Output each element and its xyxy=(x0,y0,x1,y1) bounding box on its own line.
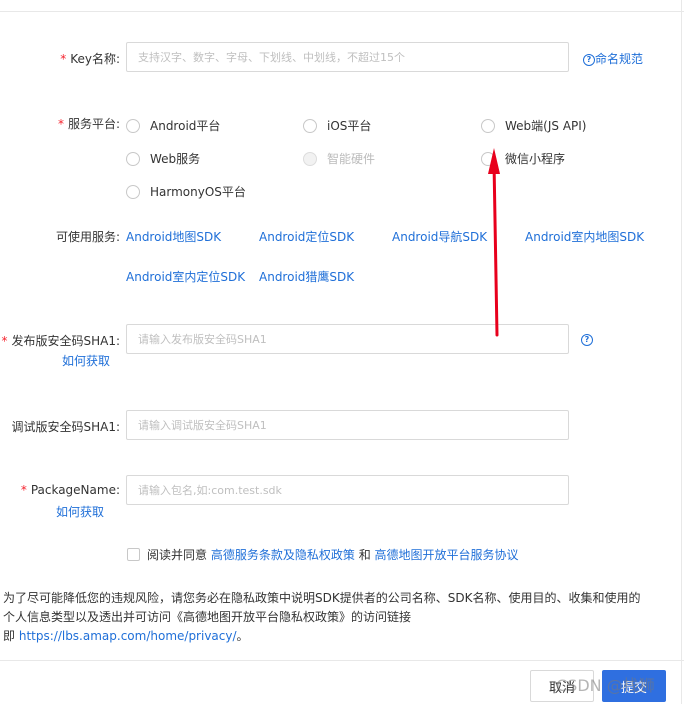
terms-privacy-link[interactable]: 高德服务条款及隐私权政策 xyxy=(211,546,355,563)
required-mark: * xyxy=(60,52,67,66)
submit-button[interactable]: 提交 xyxy=(602,670,666,702)
key-name-label-text: Key名称: xyxy=(70,52,120,66)
release-sha1-input[interactable] xyxy=(126,324,569,354)
debug-sha1-label: 调试版安全码SHA1: xyxy=(11,420,120,434)
radio-android-label: Android平台 xyxy=(150,119,221,133)
package-name-label-text: PackageName: xyxy=(30,483,120,497)
services-label: 可使用服务: xyxy=(55,230,120,244)
question-circle-icon: ? xyxy=(583,53,595,66)
package-name-input[interactable] xyxy=(126,475,569,505)
radio-circle[interactable] xyxy=(481,118,495,133)
release-sha1-label-text: 发布版安全码SHA1: xyxy=(11,334,120,348)
radio-ios[interactable]: iOS平台 xyxy=(303,117,371,134)
sdk-android-location[interactable]: Android定位SDK xyxy=(259,228,354,245)
radio-web-js-api[interactable]: Web端(JS API) xyxy=(481,117,586,134)
radio-harmonyos[interactable]: HarmonyOS平台 xyxy=(126,183,246,200)
release-sha1-how-link[interactable]: 如何获取 xyxy=(62,352,110,369)
arrow-shaft xyxy=(492,160,499,337)
agreement-checkbox[interactable] xyxy=(127,548,140,561)
sdk-android-map[interactable]: Android地图SDK xyxy=(126,228,221,245)
radio-circle[interactable] xyxy=(303,118,317,133)
footer-divider xyxy=(0,660,684,661)
radio-smart-hardware-label: 智能硬件 xyxy=(327,152,376,166)
radio-web-service[interactable]: Web服务 xyxy=(126,150,200,167)
radio-web-js-api-label: Web端(JS API) xyxy=(505,119,587,133)
naming-rules-link[interactable]: ? 命名规范 xyxy=(583,50,643,67)
package-name-label: * PackageName: xyxy=(0,483,120,497)
agreement-middle: 和 xyxy=(358,548,371,562)
key-name-label: * Key名称: xyxy=(40,50,120,67)
question-circle-icon: ? xyxy=(581,333,593,346)
agreement-row: 阅读并同意 高德服务条款及隐私权政策 和 高德地图开放平台服务协议 xyxy=(127,546,519,563)
sdk-android-indoor-map[interactable]: Android室内地图SDK xyxy=(525,228,644,245)
privacy-notice-suffix: 。 xyxy=(236,629,249,643)
radio-circle[interactable] xyxy=(126,118,140,133)
release-sha1-help[interactable]: ? xyxy=(581,332,593,346)
release-sha1-label: * 发布版安全码SHA1: xyxy=(0,332,120,349)
radio-circle xyxy=(303,151,317,166)
radio-circle[interactable] xyxy=(126,184,140,199)
radio-harmonyos-label: HarmonyOS平台 xyxy=(150,185,246,199)
required-mark: * xyxy=(57,117,64,131)
radio-wechat-mini-program-label: 微信小程序 xyxy=(505,152,566,166)
right-edge-divider xyxy=(681,0,682,704)
required-mark: * xyxy=(1,334,8,348)
top-divider xyxy=(0,11,684,12)
radio-circle[interactable] xyxy=(481,151,495,166)
radio-android[interactable]: Android平台 xyxy=(126,117,220,134)
agreement-prefix: 阅读并同意 xyxy=(147,548,208,562)
privacy-notice: 为了尽可能降低您的违规风险，请您务必在隐私政策中说明SDK提供者的公司名称、SD… xyxy=(3,589,643,646)
radio-wechat-mini-program[interactable]: 微信小程序 xyxy=(481,150,565,167)
key-name-input[interactable] xyxy=(126,42,569,72)
sdk-android-indoor-location[interactable]: Android室内定位SDK xyxy=(126,268,245,285)
platform-label-text: 服务平台: xyxy=(67,117,120,131)
radio-ios-label: iOS平台 xyxy=(327,119,372,133)
package-name-how-link[interactable]: 如何获取 xyxy=(56,503,104,520)
platform-label: * 服务平台: xyxy=(40,115,120,132)
sdk-android-navigation[interactable]: Android导航SDK xyxy=(392,228,487,245)
sdk-android-falcon[interactable]: Android猎鹰SDK xyxy=(259,268,354,285)
required-mark: * xyxy=(20,483,27,497)
radio-web-service-label: Web服务 xyxy=(150,152,201,166)
privacy-url-link[interactable]: https://lbs.amap.com/home/privacy/ xyxy=(19,629,237,643)
service-agreement-link[interactable]: 高德地图开放平台服务协议 xyxy=(375,546,519,563)
cancel-button[interactable]: 取消 xyxy=(530,670,594,702)
debug-sha1-input[interactable] xyxy=(126,410,569,440)
radio-circle[interactable] xyxy=(126,151,140,166)
radio-smart-hardware: 智能硬件 xyxy=(303,150,375,167)
naming-rules-link-text: 命名规范 xyxy=(595,52,644,66)
